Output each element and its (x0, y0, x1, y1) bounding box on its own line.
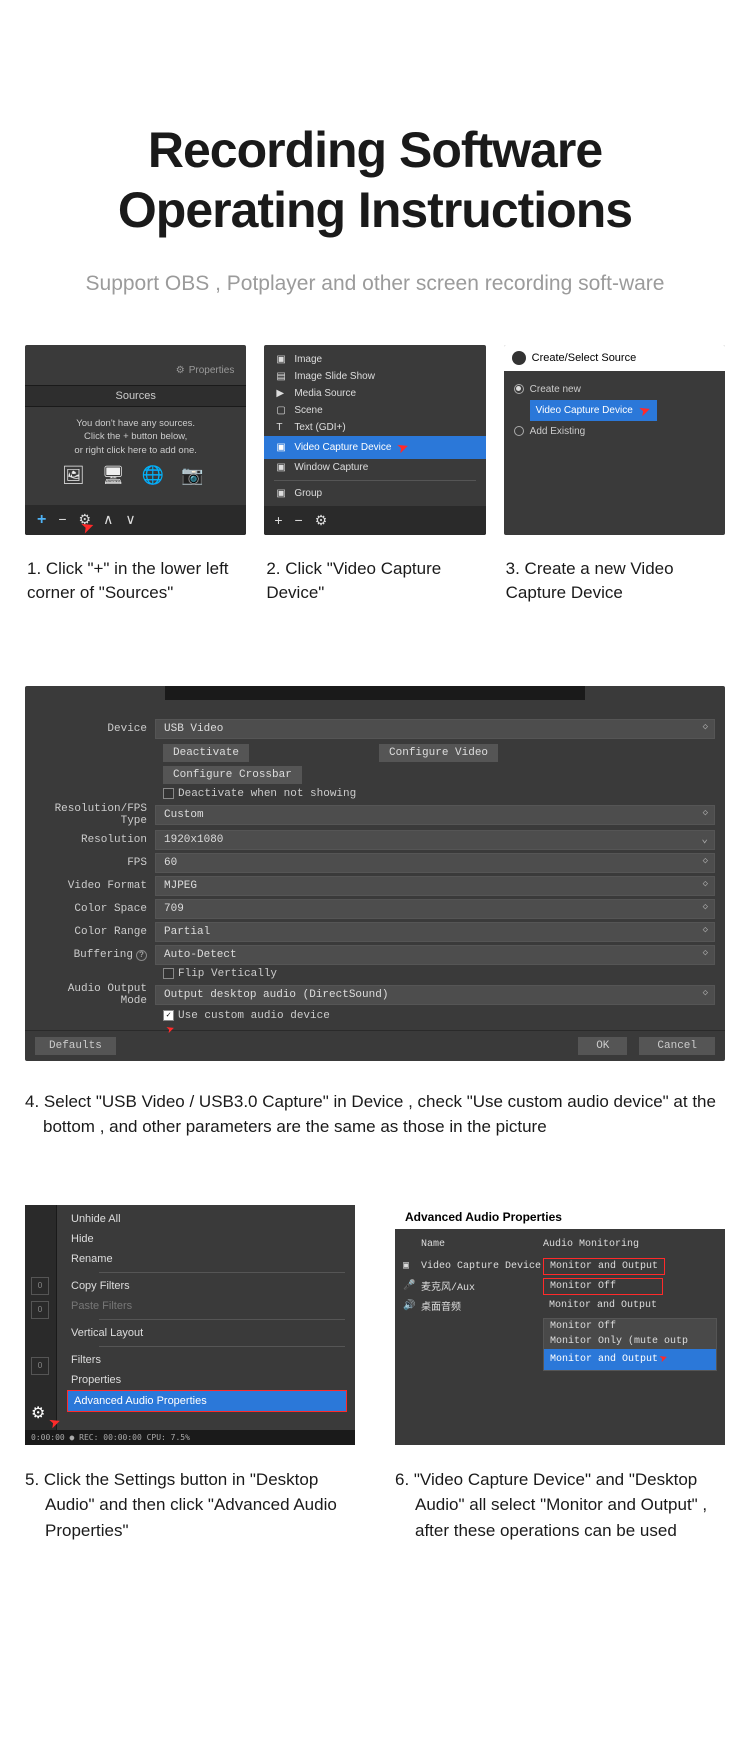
cancel-button[interactable]: Cancel (639, 1037, 715, 1055)
dialog-title: Advanced Audio Properties (395, 1205, 725, 1229)
caption-step-4: 4. Select "USB Video / USB3.0 Capture" i… (25, 1089, 725, 1140)
remove-source-button[interactable]: − (58, 511, 66, 529)
audio-source-row: ▣Video Capture DeviceMonitor and Output (403, 1258, 717, 1275)
context-menu-item[interactable]: Advanced Audio Properties (67, 1390, 347, 1412)
minus-icon[interactable]: − (295, 512, 303, 529)
config-button[interactable]: Configure Crossbar (163, 766, 302, 784)
checkbox-row[interactable]: Use custom audio device➤ (163, 1010, 715, 1022)
context-menu-item[interactable]: Properties (57, 1370, 355, 1390)
screenshot-step-6: Advanced Audio Properties Name Audio Mon… (395, 1205, 725, 1445)
source-menu-item[interactable]: ▣Image (264, 351, 485, 368)
move-down-icon[interactable]: ∨ (125, 511, 135, 529)
screenshot-step-1: Properties Sources You don't have any so… (25, 345, 246, 535)
checkbox-row[interactable]: Flip Vertically (163, 968, 715, 980)
source-menu-item[interactable]: ▣Group (264, 485, 485, 502)
context-menu-item[interactable]: Unhide All (57, 1209, 355, 1229)
ok-button[interactable]: OK (578, 1037, 627, 1055)
add-icon[interactable]: + (274, 512, 282, 529)
setting-resolution-fps-type[interactable]: Custom (155, 805, 715, 825)
caption-step-2: 2. Click "Video Capture Device" (264, 557, 485, 606)
dropdown-option[interactable]: Monitor Only (mute outp (544, 1334, 716, 1349)
screenshot-step-5: 0 0 0 ⚙ Unhide AllHideRenameCopy Filters… (25, 1205, 355, 1445)
page-title: Recording SoftwareOperating Instructions (25, 120, 725, 240)
context-menu-item[interactable]: Hide (57, 1229, 355, 1249)
monitoring-dropdown[interactable]: Monitor OffMonitor Only (mute outpMonito… (543, 1318, 717, 1371)
context-menu-item[interactable]: Copy Filters (57, 1276, 355, 1296)
setting-resolution[interactable]: 1920x1080 (155, 830, 715, 850)
audio-source-row: 🎤麦克风/AuxMonitor Off (403, 1278, 717, 1295)
caption-step-1: 1. Click "+" in the lower left corner of… (25, 557, 246, 606)
caption-step-5: 5. Click the Settings button in "Desktop… (25, 1467, 355, 1544)
sources-header: Sources (25, 385, 246, 407)
status-bar: 0:00:00 ● REC: 00:00:00 CPU: 7.5% (25, 1430, 355, 1445)
caption-step-3: 3. Create a new Video Capture Device (504, 557, 725, 606)
add-source-button[interactable]: + (37, 511, 46, 529)
settings-gear-icon[interactable]: ⚙ (31, 1403, 45, 1423)
defaults-button[interactable]: Defaults (35, 1037, 116, 1055)
create-new-radio[interactable]: Create new (514, 384, 715, 395)
page-subtitle: Support OBS , Potplayer and other screen… (25, 268, 725, 300)
dropdown-option[interactable]: Monitor and Output➤ (544, 1349, 716, 1370)
context-menu-item[interactable]: Vertical Layout (57, 1323, 355, 1343)
dialog-title-bar: Create/Select Source (504, 345, 725, 371)
caption-step-6: 6. "Video Capture Device" and "Desktop A… (395, 1467, 725, 1544)
setting-audio-output-mode[interactable]: Output desktop audio (DirectSound) (155, 985, 715, 1005)
source-type-icons: 🖼 🖥 🌐 📷 (25, 465, 246, 486)
config-button[interactable]: Configure Video (379, 744, 498, 762)
setting-video-format[interactable]: MJPEG (155, 876, 715, 896)
setting-color-space[interactable]: 709 (155, 899, 715, 919)
config-button[interactable]: Deactivate (163, 744, 249, 762)
empty-sources-msg: You don't have any sources. Click the + … (41, 417, 230, 458)
monitoring-value[interactable]: Monitor Off (543, 1278, 663, 1295)
setting-buffering[interactable]: Auto-Detect (155, 945, 715, 965)
add-existing-radio[interactable]: Add Existing (514, 426, 715, 437)
obs-icon (512, 351, 526, 365)
source-menu-item[interactable]: ▣Window Capture (264, 459, 485, 476)
gear-icon[interactable]: ⚙ (315, 512, 328, 529)
properties-label: Properties (176, 365, 235, 376)
monitoring-value[interactable]: Monitor and Output (543, 1258, 665, 1275)
move-up-icon[interactable]: ∧ (103, 511, 113, 529)
context-menu-item[interactable]: Rename (57, 1249, 355, 1269)
source-menu-item[interactable]: ▶Media Source (264, 385, 485, 402)
screenshot-step-2: ▣Image▤Image Slide Show▶Media Source▢Sce… (264, 345, 485, 535)
context-menu-item[interactable]: Filters (57, 1350, 355, 1370)
source-menu-item[interactable]: TText (GDI+) (264, 419, 485, 436)
checkbox-row[interactable]: Deactivate when not showing (163, 788, 715, 800)
screenshot-step-4: DeviceUSB VideoDeactivateConfigure Video… (25, 686, 725, 1061)
source-menu-item[interactable]: ▣Video Capture Device➤ (264, 436, 485, 459)
source-menu-item[interactable]: ▤Image Slide Show (264, 368, 485, 385)
screenshot-step-3: Create/Select Source Create new Video Ca… (504, 345, 725, 535)
table-header: Name Audio Monitoring (403, 1239, 717, 1250)
audio-source-row: 🔊桌面音频Monitor and Output (403, 1298, 717, 1314)
setting-color-range[interactable]: Partial (155, 922, 715, 942)
setting-device[interactable]: USB Video (155, 719, 715, 739)
setting-fps[interactable]: 60 (155, 853, 715, 873)
dropdown-option[interactable]: Monitor Off (544, 1319, 716, 1334)
source-menu-item[interactable]: ▢Scene (264, 402, 485, 419)
new-source-name-input[interactable]: Video Capture Device➤ (530, 400, 657, 421)
context-menu-item: Paste Filters (57, 1296, 355, 1316)
